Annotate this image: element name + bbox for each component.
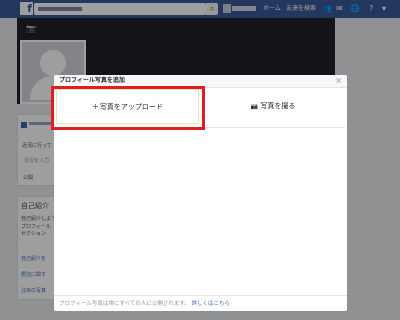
- learn-more-link[interactable]: 詳しくはこちら: [192, 301, 231, 307]
- take-photo-content: 📷 写真を撮る: [201, 89, 345, 124]
- camera-icon: 📷: [250, 103, 259, 110]
- take-photo-label: 写真を撮る: [260, 102, 296, 110]
- take-photo-button[interactable]: 📷 写真を撮る: [201, 89, 345, 124]
- close-icon[interactable]: ×: [335, 76, 342, 85]
- dialog-footer: プロフィール写真は常にすべての人に公開されます。 詳しくはこちら: [54, 295, 347, 311]
- dialog-title: プロフィール写真を追加: [59, 77, 125, 84]
- footer-notice: プロフィール写真は常にすべての人に公開されます。 詳しくはこちら: [59, 300, 230, 308]
- highlight-box: [51, 86, 205, 130]
- footer-notice-text: プロフィール写真は常にすべての人に公開されます。: [59, 301, 190, 307]
